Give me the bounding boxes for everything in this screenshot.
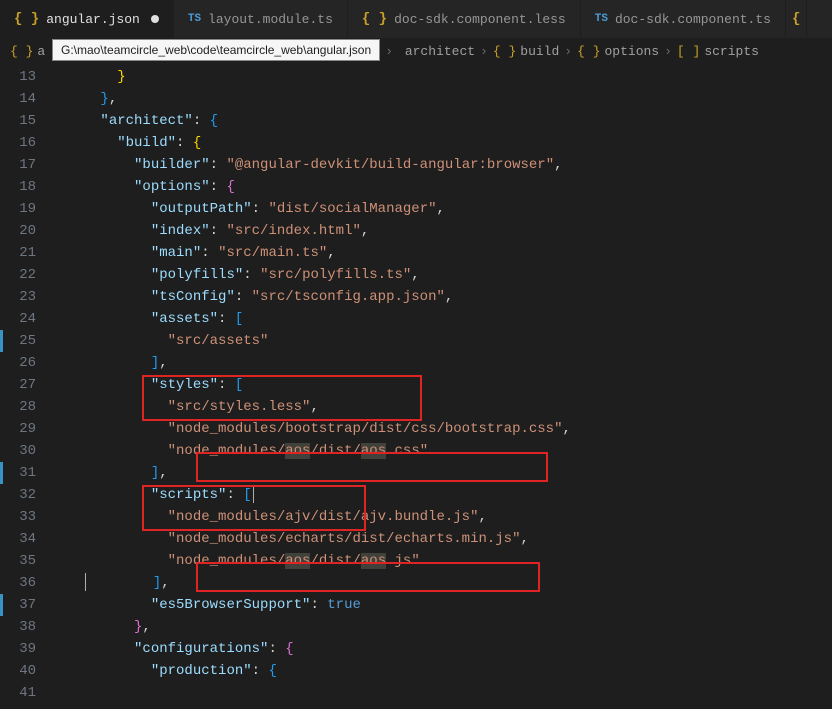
- breadcrumb-label: a: [37, 44, 45, 59]
- tab-label: doc-sdk.component.ts: [615, 12, 771, 27]
- text-cursor: [85, 573, 86, 591]
- modification-bar: [0, 64, 4, 709]
- breadcrumb-build[interactable]: { } build: [493, 44, 559, 59]
- tab-layout-module[interactable]: TS layout.module.ts: [174, 0, 348, 38]
- line-number-gutter: 1314151617181920 2122232425262728 293031…: [4, 64, 50, 709]
- file-path-tooltip: G:\mao\teamcircle_web\code\teamcircle_we…: [52, 39, 380, 61]
- braces-icon: {: [792, 11, 800, 27]
- code-area[interactable]: } }, "architect": { "build": { "builder"…: [50, 64, 832, 709]
- braces-icon: { }: [362, 11, 387, 27]
- code-editor[interactable]: 1314151617181920 2122232425262728 293031…: [0, 64, 832, 709]
- text-cursor: [253, 485, 254, 503]
- breadcrumb: { } a G:\mao\teamcircle_web\code\teamcir…: [0, 38, 832, 64]
- modified-dot-icon: [151, 15, 159, 23]
- tab-label: layout.module.ts: [208, 12, 333, 27]
- tab-label: doc-sdk.component.less: [394, 12, 566, 27]
- braces-icon: { }: [14, 11, 39, 27]
- breadcrumb-file[interactable]: { } a: [10, 44, 45, 59]
- tab-overflow[interactable]: {: [786, 0, 807, 38]
- breadcrumb-scripts[interactable]: [ ] scripts: [677, 44, 759, 59]
- breadcrumb-label: options: [605, 44, 660, 59]
- tab-bar: { } angular.json TS layout.module.ts { }…: [0, 0, 832, 38]
- tab-label: angular.json: [46, 12, 140, 27]
- braces-icon: { }: [10, 44, 33, 59]
- ts-icon: TS: [595, 13, 608, 25]
- ts-icon: TS: [188, 13, 201, 25]
- breadcrumb-options[interactable]: { } options: [577, 44, 659, 59]
- tab-doc-sdk-ts[interactable]: TS doc-sdk.component.ts: [581, 0, 786, 38]
- breadcrumb-label: scripts: [704, 44, 759, 59]
- tab-angular-json[interactable]: { } angular.json: [0, 0, 174, 38]
- tab-doc-sdk-less[interactable]: { } doc-sdk.component.less: [348, 0, 581, 38]
- breadcrumb-label: build: [520, 44, 559, 59]
- breadcrumb-architect[interactable]: › architect: [385, 44, 475, 59]
